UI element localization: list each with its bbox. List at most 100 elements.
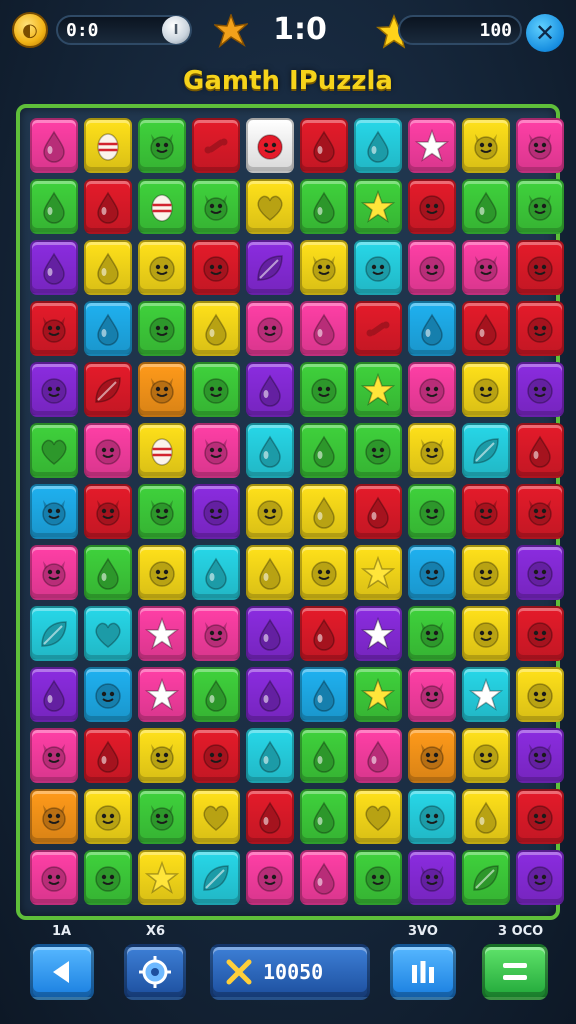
- tile[interactable]: [84, 545, 132, 600]
- tile[interactable]: [354, 667, 402, 722]
- tile[interactable]: [192, 484, 240, 539]
- back-button[interactable]: [30, 944, 94, 1000]
- tile[interactable]: [192, 118, 240, 173]
- tile[interactable]: [246, 423, 294, 478]
- tile[interactable]: [192, 667, 240, 722]
- tile[interactable]: [138, 667, 186, 722]
- tile[interactable]: [84, 728, 132, 783]
- tile[interactable]: [300, 789, 348, 844]
- tile[interactable]: [354, 728, 402, 783]
- tile[interactable]: [30, 789, 78, 844]
- tile[interactable]: [516, 179, 564, 234]
- tile[interactable]: [30, 606, 78, 661]
- tile[interactable]: [462, 240, 510, 295]
- tile[interactable]: [354, 484, 402, 539]
- tile[interactable]: [138, 301, 186, 356]
- tile[interactable]: [354, 423, 402, 478]
- tile[interactable]: [138, 240, 186, 295]
- tile[interactable]: [246, 606, 294, 661]
- tile[interactable]: [354, 179, 402, 234]
- tile[interactable]: [246, 240, 294, 295]
- tile[interactable]: [462, 545, 510, 600]
- tile[interactable]: [300, 850, 348, 905]
- tile[interactable]: [408, 789, 456, 844]
- tile[interactable]: [408, 667, 456, 722]
- tile[interactable]: [354, 850, 402, 905]
- tile[interactable]: [462, 423, 510, 478]
- tile[interactable]: [408, 240, 456, 295]
- tile[interactable]: [462, 728, 510, 783]
- tile[interactable]: [462, 606, 510, 661]
- tile[interactable]: [246, 728, 294, 783]
- tile[interactable]: [354, 362, 402, 417]
- tile[interactable]: [300, 667, 348, 722]
- tile[interactable]: [408, 606, 456, 661]
- tile[interactable]: [138, 484, 186, 539]
- tile[interactable]: [138, 850, 186, 905]
- tile[interactable]: [516, 789, 564, 844]
- tile[interactable]: [516, 545, 564, 600]
- tile[interactable]: [462, 118, 510, 173]
- tile[interactable]: [354, 240, 402, 295]
- tile[interactable]: [300, 606, 348, 661]
- tile[interactable]: [462, 850, 510, 905]
- tile[interactable]: [192, 301, 240, 356]
- tile[interactable]: [138, 423, 186, 478]
- tile[interactable]: [138, 728, 186, 783]
- tile[interactable]: [516, 423, 564, 478]
- tile[interactable]: [30, 423, 78, 478]
- tile[interactable]: [462, 484, 510, 539]
- tile[interactable]: [246, 484, 294, 539]
- tile[interactable]: [246, 118, 294, 173]
- tile[interactable]: [30, 545, 78, 600]
- tile[interactable]: [30, 118, 78, 173]
- tile[interactable]: [408, 545, 456, 600]
- tile[interactable]: [30, 728, 78, 783]
- tile[interactable]: [408, 484, 456, 539]
- tile[interactable]: [246, 362, 294, 417]
- tile[interactable]: [192, 850, 240, 905]
- tile[interactable]: [246, 545, 294, 600]
- tile[interactable]: [354, 301, 402, 356]
- tile[interactable]: [408, 179, 456, 234]
- score-button[interactable]: 10050: [210, 944, 370, 1000]
- tile[interactable]: [138, 362, 186, 417]
- tile[interactable]: [30, 301, 78, 356]
- tile[interactable]: [192, 423, 240, 478]
- tile[interactable]: [138, 545, 186, 600]
- tile[interactable]: [84, 789, 132, 844]
- tile[interactable]: [84, 850, 132, 905]
- tile[interactable]: [408, 728, 456, 783]
- tile[interactable]: [246, 789, 294, 844]
- tile[interactable]: [192, 545, 240, 600]
- tile[interactable]: [30, 179, 78, 234]
- tile[interactable]: [408, 362, 456, 417]
- tile[interactable]: [84, 667, 132, 722]
- tile[interactable]: [192, 240, 240, 295]
- tile[interactable]: [354, 789, 402, 844]
- tile[interactable]: [516, 240, 564, 295]
- tile[interactable]: [246, 850, 294, 905]
- tile[interactable]: [30, 484, 78, 539]
- tile[interactable]: [516, 606, 564, 661]
- close-button[interactable]: ✕: [526, 14, 564, 52]
- tile[interactable]: [84, 179, 132, 234]
- tile[interactable]: [84, 240, 132, 295]
- tile[interactable]: [516, 728, 564, 783]
- tile[interactable]: [30, 850, 78, 905]
- tile[interactable]: [462, 789, 510, 844]
- tile[interactable]: [408, 850, 456, 905]
- tile[interactable]: [408, 118, 456, 173]
- tile[interactable]: [462, 362, 510, 417]
- menu-button[interactable]: [482, 944, 548, 1000]
- tile[interactable]: [192, 179, 240, 234]
- tile[interactable]: [300, 240, 348, 295]
- tile[interactable]: [408, 301, 456, 356]
- tile[interactable]: [138, 118, 186, 173]
- tile[interactable]: [84, 423, 132, 478]
- tile[interactable]: [300, 179, 348, 234]
- tile[interactable]: [354, 606, 402, 661]
- tile[interactable]: [516, 850, 564, 905]
- tile[interactable]: [192, 789, 240, 844]
- tile[interactable]: [408, 423, 456, 478]
